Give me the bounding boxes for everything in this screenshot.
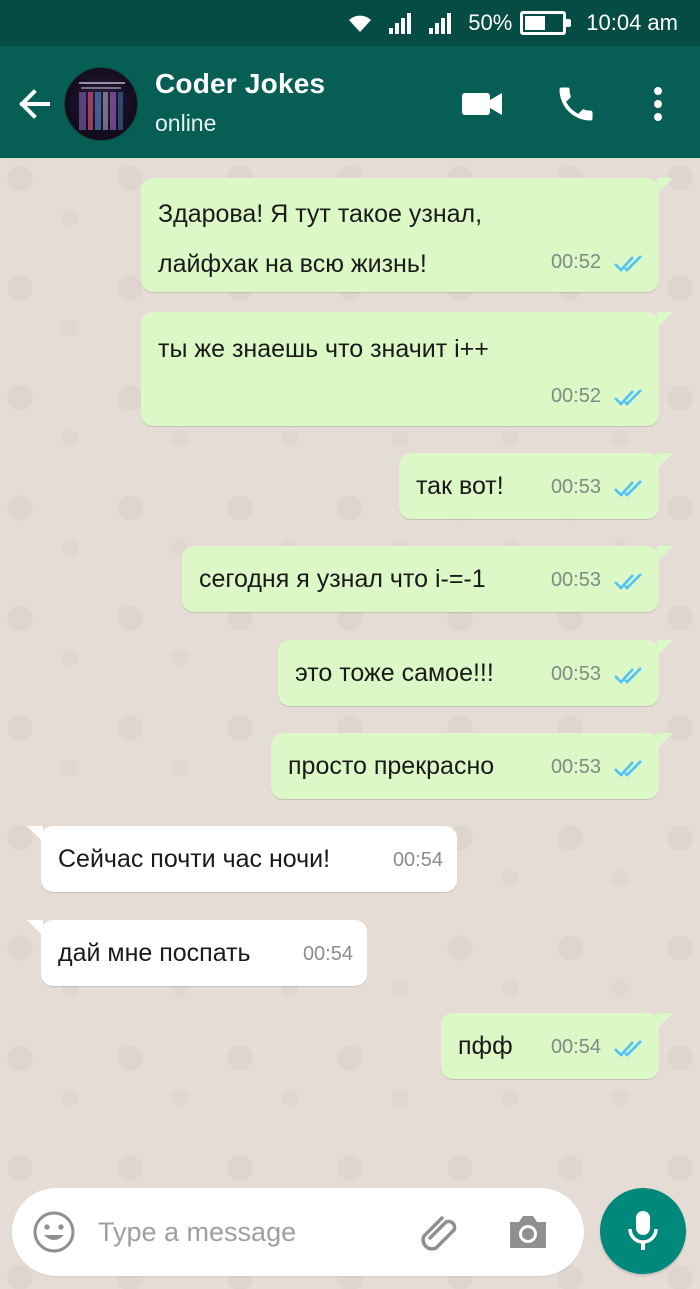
message-bubble-incoming[interactable]: дай мне поспать 00:54: [27, 920, 367, 986]
message-bubble-outgoing[interactable]: так вот! 00:53: [399, 453, 673, 519]
message-meta: 00:52: [551, 251, 645, 274]
message-input[interactable]: [98, 1208, 398, 1256]
phone-icon[interactable]: [554, 82, 598, 126]
message-text: пфф: [458, 1032, 513, 1060]
contact-name[interactable]: Coder Jokes: [155, 68, 325, 100]
message-bubble-outgoing[interactable]: это тоже самое!!! 00:53: [278, 640, 673, 706]
mic-button[interactable]: [600, 1188, 686, 1274]
signal-icon: [428, 12, 454, 34]
message-text: дай мне поспать: [58, 939, 251, 967]
battery-indicator: 50%: [468, 10, 572, 36]
message-time: 00:54: [550, 1036, 601, 1058]
message-meta: 00:53: [551, 663, 645, 686]
message-meta: 00:52: [551, 385, 645, 408]
message-meta: 00:53: [551, 476, 645, 499]
message-time: 00:54: [302, 943, 353, 965]
message-text-line: лайфхак на всю жизнь!: [158, 250, 427, 278]
message-text-line: Здарова! Я тут такое узнал,: [158, 200, 483, 228]
read-receipt-icon: [614, 572, 642, 590]
message-bubble-outgoing[interactable]: сегодня я узнал что i-=-1 00:53: [182, 546, 673, 612]
status-bar: 50% 10:04 am: [0, 0, 700, 46]
wifi-icon: [346, 12, 374, 34]
message-time: 00:53: [550, 569, 601, 591]
message-text: ты же знаешь что значит i++: [158, 335, 489, 363]
read-receipt-icon: [614, 254, 642, 272]
message-meta: 00:53: [551, 756, 645, 779]
attach-icon[interactable]: [414, 1208, 464, 1258]
message-bubble-outgoing[interactable]: просто прекрасно 00:53: [271, 733, 673, 799]
battery-icon: [520, 11, 572, 35]
message-time: 00:54: [392, 849, 443, 871]
message-meta: 00:54: [303, 943, 353, 966]
battery-fill: [525, 16, 546, 30]
read-receipt-icon: [614, 388, 642, 406]
battery-percent: 50%: [468, 10, 513, 35]
read-receipt-icon: [614, 479, 642, 497]
clock: 10:04 am: [586, 10, 678, 35]
avatar[interactable]: [64, 67, 138, 141]
mic-icon: [628, 1211, 658, 1250]
message-meta: 00:54: [551, 1036, 645, 1059]
read-receipt-icon: [614, 1039, 642, 1057]
message-bubble-outgoing[interactable]: ты же знаешь что значит i++ 00:52: [141, 312, 673, 426]
message-bubble-outgoing[interactable]: пфф 00:54: [441, 1013, 673, 1079]
message-text: так вот!: [416, 472, 504, 500]
chat-header: Coder Jokes online: [0, 46, 700, 158]
read-receipt-icon: [614, 759, 642, 777]
video-call-icon[interactable]: [460, 82, 504, 126]
message-text: сегодня я узнал что i-=-1: [199, 565, 486, 593]
message-time: 00:52: [550, 385, 601, 407]
camera-icon[interactable]: [506, 1212, 550, 1252]
signal-icon: [388, 12, 414, 34]
back-arrow-icon[interactable]: [14, 84, 54, 124]
read-receipt-icon: [614, 666, 642, 684]
message-time: 00:53: [550, 663, 601, 685]
message-time: 00:53: [550, 476, 601, 498]
message-bubble-outgoing[interactable]: Здарова! Я тут такое узнал, лайфхак на в…: [141, 178, 673, 292]
message-meta: 00:54: [393, 849, 443, 872]
contact-status: online: [155, 110, 217, 136]
message-bubble-incoming[interactable]: Сейчас почти час ночи! 00:54: [27, 826, 457, 892]
emoji-icon[interactable]: [32, 1210, 76, 1254]
message-text: просто прекрасно: [288, 752, 495, 780]
message-text: это тоже самое!!!: [295, 659, 494, 687]
message-composer: [12, 1188, 584, 1276]
more-vert-icon[interactable]: [636, 82, 680, 126]
message-time: 00:53: [550, 756, 601, 778]
message-time: 00:52: [550, 251, 601, 273]
message-text: Сейчас почти час ночи!: [58, 845, 331, 873]
message-meta: 00:53: [551, 569, 645, 592]
